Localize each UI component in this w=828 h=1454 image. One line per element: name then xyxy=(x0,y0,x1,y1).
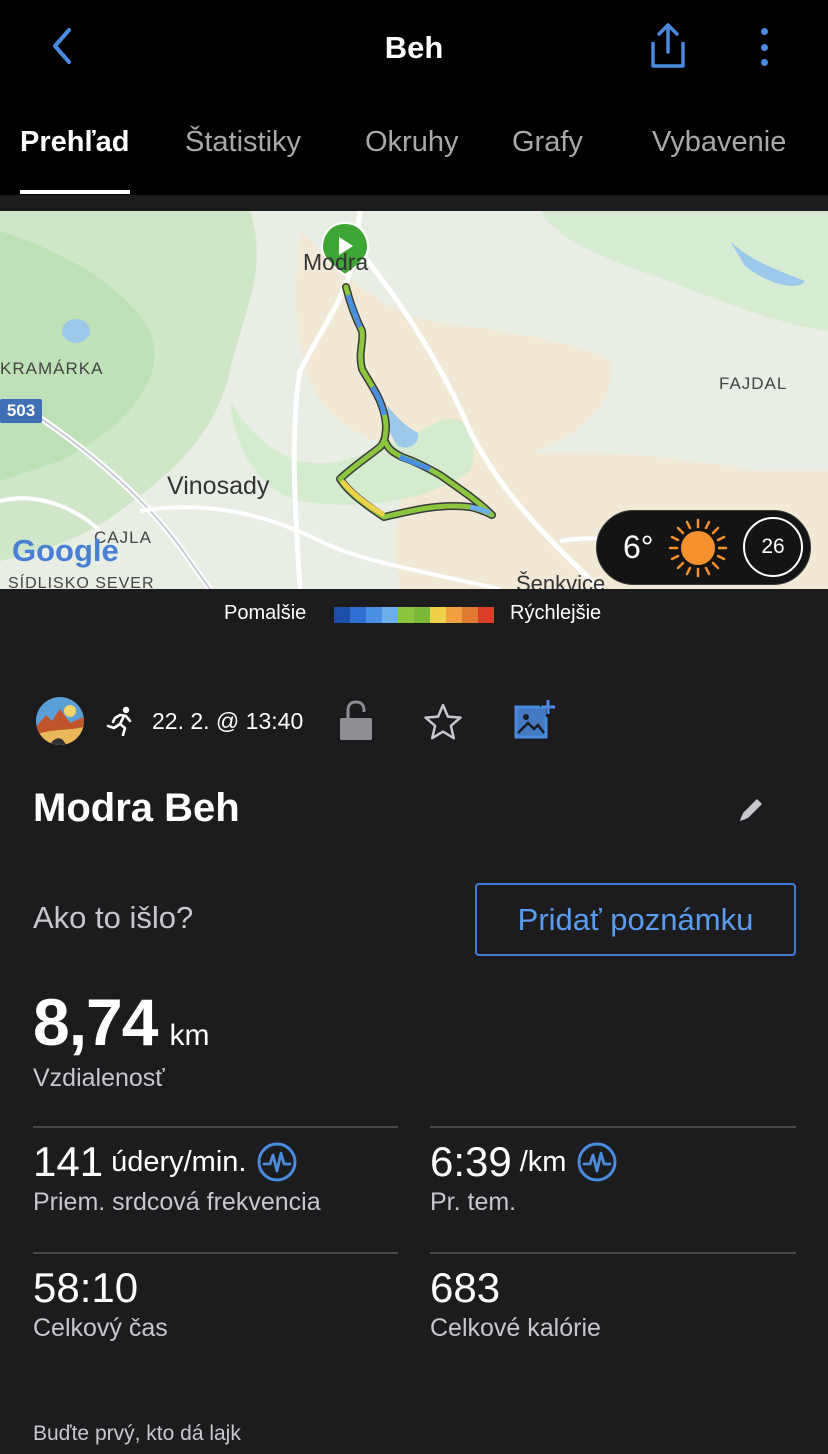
wind-speed: 26 xyxy=(743,517,803,577)
share-button[interactable] xyxy=(644,20,692,72)
more-button[interactable] xyxy=(746,24,782,70)
avatar-image xyxy=(36,697,84,745)
map-label-modra: Modra xyxy=(303,249,369,275)
legend-faster: Rýchlejšie xyxy=(510,602,602,624)
share-icon xyxy=(651,23,685,68)
stat-value: 58:10 xyxy=(33,1264,139,1311)
more-dot xyxy=(760,43,768,51)
tab-laps[interactable]: Okruhy xyxy=(365,126,458,159)
stat-label: Celkový čas xyxy=(33,1314,168,1342)
more-vertical-icon xyxy=(760,28,768,35)
star-icon[interactable] xyxy=(423,702,463,742)
divider xyxy=(33,1126,398,1128)
add-note-button[interactable]: Pridať poznámku xyxy=(475,883,796,956)
map-label-sidlisko: SÍDLISKO SEVER xyxy=(8,575,155,589)
wind-speed-value: 26 xyxy=(761,535,785,558)
map-road-badge: 503 xyxy=(0,399,42,423)
legend-swatch xyxy=(446,607,462,623)
legend-swatch xyxy=(462,607,478,623)
stat-label: Priem. srdcová frekvencia xyxy=(33,1188,321,1216)
distance-unit: km xyxy=(169,1019,210,1052)
how-did-it-go-prompt: Ako to išlo? xyxy=(33,900,194,935)
stat-value: 683 xyxy=(430,1264,501,1311)
activity-date: 22. 2. @ 13:40 xyxy=(152,708,304,734)
tab-active-indicator xyxy=(20,190,130,194)
legend-swatch xyxy=(478,607,494,623)
stat-total-time: 58:10 Celkový čas xyxy=(33,1264,168,1343)
top-bar: Beh Prehľad Štatistiky Okruhy Grafy Vyba… xyxy=(0,0,828,195)
map-label-senkvice: Šenkvice xyxy=(516,571,606,589)
divider xyxy=(430,1252,796,1254)
running-icon xyxy=(106,706,132,736)
map-label-fajdal: FAJDAL xyxy=(719,374,788,393)
google-logo: Google xyxy=(12,533,119,568)
more-dot xyxy=(760,59,768,66)
pencil-icon[interactable] xyxy=(737,794,767,824)
page-title: Beh xyxy=(384,30,444,65)
map-label-kramarka: KRAMÁRKA xyxy=(0,359,104,378)
stat-avg-pace: 6:39 /km Pr. tem. xyxy=(430,1138,618,1217)
tab-gear[interactable]: Vybavenie xyxy=(652,126,786,159)
divider xyxy=(430,1126,796,1128)
tab-charts[interactable]: Grafy xyxy=(512,126,583,159)
legend-swatch xyxy=(414,607,430,623)
distance-value: 8,74 km xyxy=(33,984,209,1060)
distance-label: Vzdialenosť xyxy=(33,1064,165,1092)
add-photo-icon[interactable] xyxy=(512,699,556,741)
sun-icon xyxy=(668,518,728,578)
stat-unit: /km xyxy=(519,1145,567,1178)
legend-swatch xyxy=(334,607,350,623)
activity-title: Modra Beh xyxy=(33,786,240,830)
stat-avg-heart-rate: 141 údery/min. Priem. srdcová frekvencia xyxy=(33,1138,321,1217)
divider xyxy=(33,1252,398,1254)
tab-overview[interactable]: Prehľad xyxy=(20,126,130,159)
weather-badge: 6° 26 xyxy=(596,510,811,585)
weather-temperature: 6° xyxy=(623,529,654,565)
avatar[interactable] xyxy=(36,697,84,745)
stat-value: 6:39 xyxy=(430,1138,512,1185)
stat-value: 141 xyxy=(33,1138,104,1185)
legend-swatch xyxy=(430,607,446,623)
tab-bar: Prehľad Štatistiky Okruhy Grafy Vybaveni… xyxy=(0,126,828,195)
legend-slower: Pomalšie xyxy=(224,602,307,624)
stat-unit: údery/min. xyxy=(111,1145,247,1178)
legend-swatch xyxy=(366,607,382,623)
likes-prompt[interactable]: Buďte prvý, kto dá lajk xyxy=(33,1422,241,1446)
legend-gradient xyxy=(334,607,494,623)
legend-swatch xyxy=(350,607,366,623)
stat-label: Celkové kalórie xyxy=(430,1314,601,1342)
heart-rate-icon[interactable] xyxy=(576,1141,618,1183)
stat-total-calories: 683 Celkové kalórie xyxy=(430,1264,601,1343)
pace-legend: Pomalšie Rýchlejšie xyxy=(0,602,828,628)
heart-rate-icon[interactable] xyxy=(256,1141,298,1183)
map-label-vinosady: Vinosady xyxy=(167,472,270,500)
stat-label: Pr. tem. xyxy=(430,1188,517,1216)
legend-swatch xyxy=(382,607,398,623)
tab-statistics[interactable]: Štatistiky xyxy=(185,126,301,159)
unlock-icon[interactable] xyxy=(338,700,374,742)
legend-swatch xyxy=(398,607,414,623)
distance-number: 8,74 xyxy=(33,985,158,1059)
